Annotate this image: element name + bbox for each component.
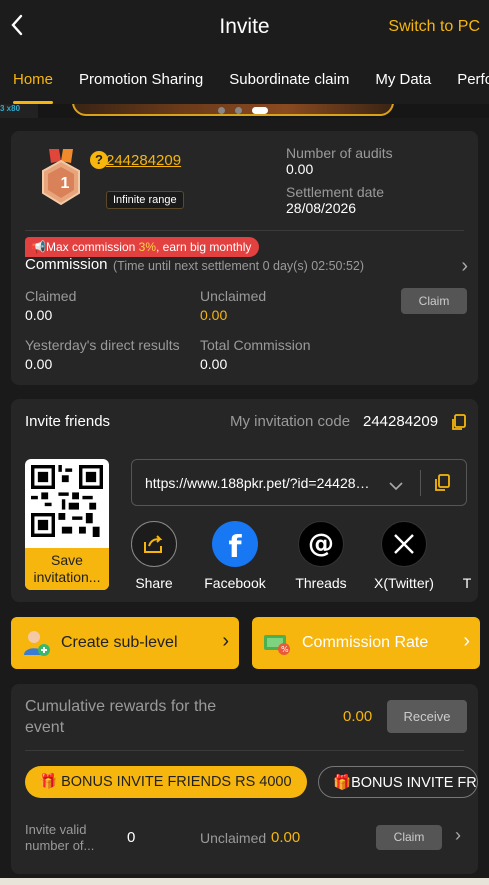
divider: [25, 230, 464, 231]
invite-valid-value: 0: [127, 829, 136, 846]
cumulative-rewards-value: 0.00: [343, 708, 373, 725]
promo-text: Max commission: [45, 240, 139, 254]
invite-link-text: https://www.188pkr.pet/?id=244284209: [145, 475, 377, 491]
yesterday-value: 0.00: [25, 356, 53, 372]
tab-subordinate-claim[interactable]: Subordinate claim: [216, 56, 362, 104]
qr-code-icon: [31, 465, 103, 537]
range-badge: Infinite range: [106, 191, 184, 209]
tab-promotion-sharing[interactable]: Promotion Sharing: [66, 56, 216, 104]
gift-icon: 🎁: [333, 775, 352, 791]
create-sub-level-label: Create sub-level: [61, 634, 178, 651]
invite-link-field[interactable]: https://www.188pkr.pet/?id=244284209: [131, 459, 467, 506]
bonus-tab-label: BONUS INVITE FRIENDS RS 4000: [61, 774, 292, 790]
copy-icon[interactable]: [451, 414, 467, 436]
commission-rate-button[interactable]: % Commission Rate ›: [252, 617, 480, 669]
cumulative-rewards-label: Cumulative rewards for the event: [25, 698, 217, 736]
commission-rate-label: Commission Rate: [302, 634, 429, 651]
link-divider: [420, 470, 421, 496]
more-share-button[interactable]: T: [457, 521, 477, 591]
facebook-share-button[interactable]: f Facebook: [203, 521, 267, 591]
divider: [25, 750, 464, 751]
total-commission-value: 0.00: [200, 356, 228, 372]
carousel-dot[interactable]: [235, 107, 242, 114]
x-twitter-share-button[interactable]: X(Twitter): [367, 521, 441, 591]
svg-text:%: %: [281, 645, 289, 654]
share-label: Share: [135, 575, 173, 591]
x-twitter-label: X(Twitter): [374, 575, 434, 591]
invitation-code-label: My invitation code: [230, 413, 351, 430]
tab-performance[interactable]: Performance: [444, 56, 489, 104]
header: Invite Switch to PC: [0, 0, 489, 56]
promo-suffix: , earn big monthly: [155, 240, 252, 254]
claim-button[interactable]: Claim: [376, 825, 442, 850]
claim-button[interactable]: Claim: [401, 288, 467, 314]
banner-side-image: 3 x80: [0, 104, 38, 118]
claimed-label: Claimed: [25, 288, 77, 304]
receive-button[interactable]: Receive: [387, 700, 467, 733]
bottom-bar: [0, 878, 489, 885]
settlement-countdown: (Time until next settlement 0 day(s) 02:…: [113, 259, 365, 273]
total-commission-label: Total Commission: [200, 337, 311, 353]
promo-highlight: 3%: [138, 240, 156, 254]
facebook-icon: f: [212, 521, 258, 567]
more-share-label: T: [462, 575, 472, 591]
copy-link-icon[interactable]: [434, 474, 451, 497]
tab-home[interactable]: Home: [0, 56, 66, 104]
audits-label: Number of audits: [286, 145, 393, 161]
invite-valid-label: Invite valid number of...: [25, 822, 95, 853]
threads-icon: @: [298, 521, 344, 567]
commission-rate-icon: %: [262, 628, 292, 658]
x-twitter-icon: [381, 521, 427, 567]
bonus-tab-active[interactable]: 🎁 BONUS INVITE FRIENDS RS 4000: [25, 766, 307, 798]
settlement-value: 28/08/2026: [286, 200, 357, 216]
max-commission-badge: 📢Max commission 3%, earn big monthly: [25, 237, 260, 257]
chevron-right-icon: ›: [463, 630, 470, 652]
tab-my-data[interactable]: My Data: [362, 56, 444, 104]
bonus-tab[interactable]: 🎁BONUS INVITE FRIENDS: [318, 766, 478, 798]
yesterday-label: Yesterday's direct results: [25, 337, 180, 353]
share-icon: [131, 521, 177, 567]
unclaimed-value: 0.00: [271, 829, 301, 846]
chevron-right-icon: ›: [222, 630, 229, 652]
claimed-value: 0.00: [25, 307, 53, 323]
add-user-icon: [21, 628, 51, 658]
megaphone-icon: 📢: [31, 240, 46, 254]
chevron-right-icon[interactable]: ›: [461, 255, 468, 278]
gift-icon: 🎁: [39, 774, 58, 790]
event-rewards-card: Cumulative rewards for the event 0.00 Re…: [11, 684, 478, 874]
qr-code-box[interactable]: Save invitation...: [25, 459, 109, 590]
unclaimed-value: 0.00: [200, 307, 228, 323]
switch-to-pc-link[interactable]: Switch to PC: [388, 18, 480, 36]
tab-bar: Home Promotion Sharing Subordinate claim…: [0, 56, 489, 104]
settlement-label: Settlement date: [286, 184, 385, 200]
chevron-right-icon[interactable]: ›: [455, 825, 461, 846]
level-number: 1: [60, 175, 70, 192]
invite-friends-card: Invite friends My invitation code 244284…: [11, 399, 478, 602]
banner-side-text: 3 x80: [0, 104, 21, 113]
banner-carousel[interactable]: 3 x80: [0, 104, 489, 118]
user-id[interactable]: 244284209: [106, 152, 181, 169]
carousel-dot-active[interactable]: [252, 107, 268, 114]
threads-label: Threads: [295, 575, 347, 591]
facebook-label: Facebook: [204, 575, 266, 591]
invitation-code-value: 244284209: [363, 413, 439, 430]
create-sub-level-button[interactable]: Create sub-level ›: [11, 617, 239, 669]
chevron-down-icon[interactable]: [389, 478, 403, 496]
share-button[interactable]: Share: [131, 521, 177, 591]
save-invitation-button[interactable]: Save invitation...: [25, 548, 109, 590]
audits-value: 0.00: [286, 161, 314, 177]
invite-friends-title: Invite friends: [25, 413, 111, 430]
unclaimed-label: Unclaimed: [200, 288, 267, 304]
unclaimed-label: Unclaimed: [200, 830, 267, 846]
carousel-dot[interactable]: [218, 107, 225, 114]
commission-title[interactable]: Commission: [25, 256, 108, 273]
bonus-tab-label: BONUS INVITE FRIENDS: [351, 775, 477, 791]
threads-share-button[interactable]: @ Threads: [291, 521, 351, 591]
commission-card: 1 ? 244284209 Infinite range Number of a…: [11, 131, 478, 385]
carousel-dots: [218, 107, 268, 114]
